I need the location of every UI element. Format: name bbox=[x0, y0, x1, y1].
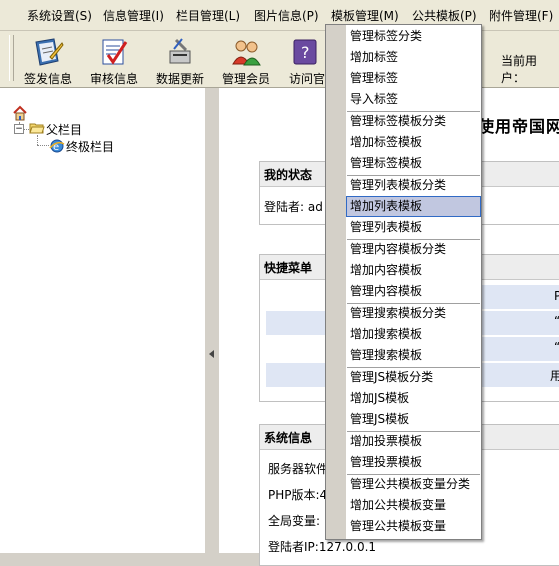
visit-official-button[interactable]: ? 访问官 bbox=[281, 33, 327, 85]
sign-info-icon bbox=[35, 38, 64, 66]
menu-item-manage-vote-templates[interactable]: 管理投票模板 bbox=[347, 452, 480, 472]
tree-line bbox=[37, 145, 49, 146]
menu-item-manage-public-vars[interactable]: 管理公共模板变量 bbox=[347, 516, 480, 536]
menu-item-manage-js-templates[interactable]: 管理JS模板 bbox=[347, 409, 480, 429]
menu-image-info[interactable]: 图片信息(P) bbox=[254, 8, 319, 24]
menu-info-management[interactable]: 信息管理(I) bbox=[103, 8, 164, 24]
shortcut-link[interactable]: “ bbox=[554, 340, 559, 354]
manage-members-button[interactable]: 管理会员 bbox=[215, 33, 277, 86]
welcome-heading: 使用帝国网 bbox=[478, 117, 559, 136]
system-info-title: 系统信息 bbox=[264, 431, 313, 445]
menu-gutter bbox=[326, 25, 346, 539]
menu-item-manage-public-var-categories[interactable]: 管理公共模板变量分类 bbox=[347, 474, 480, 494]
column-tree-panel: − 父栏目 e 终极栏目 bbox=[0, 88, 204, 553]
menu-item-manage-search-templates[interactable]: 管理搜索模板 bbox=[347, 345, 480, 365]
sign-info-label: 签发信息 bbox=[23, 72, 72, 86]
manage-members-label: 管理会员 bbox=[221, 72, 270, 86]
tree-expander[interactable]: − bbox=[14, 124, 24, 134]
login-user-text: 登陆者: ad bbox=[264, 200, 323, 214]
menu-item-import-tags[interactable]: 导入标签 bbox=[347, 89, 480, 109]
menu-item-manage-list-template-categories[interactable]: 管理列表模板分类 bbox=[347, 175, 480, 195]
menu-item-manage-search-template-categories[interactable]: 管理搜索模板分类 bbox=[347, 303, 480, 323]
shortcut-row bbox=[482, 285, 559, 309]
shortcut-row bbox=[482, 337, 559, 361]
menu-item-manage-tags[interactable]: 管理标签 bbox=[347, 68, 480, 88]
folder-open-icon bbox=[29, 123, 45, 134]
menu-attachment-management[interactable]: 附件管理(F) bbox=[489, 8, 553, 24]
data-update-button[interactable]: 数据更新 bbox=[149, 33, 211, 86]
collapse-arrow-icon[interactable] bbox=[209, 350, 214, 358]
menu-template-management[interactable]: 模板管理(M) bbox=[331, 8, 399, 24]
login-ip-text: 登陆者IP:127.0.0.1 bbox=[268, 540, 377, 554]
check-info-label: 审核信息 bbox=[89, 72, 138, 86]
tree-item-parent[interactable]: 父栏目 bbox=[46, 121, 82, 138]
global-variables-text: 全局变量: bbox=[268, 514, 321, 528]
menu-item-add-search-template[interactable]: 增加搜索模板 bbox=[347, 324, 480, 344]
current-user-label: 当前用户： bbox=[501, 54, 538, 85]
server-software-text: 服务器软件 bbox=[268, 462, 329, 476]
menu-item-manage-content-template-categories[interactable]: 管理内容模板分类 bbox=[347, 239, 480, 259]
menu-item-add-vote-template[interactable]: 增加投票模板 bbox=[347, 431, 480, 451]
my-status-title: 我的状态 bbox=[264, 168, 313, 182]
menu-item-manage-tag-templates[interactable]: 管理标签模板 bbox=[347, 153, 480, 173]
visit-official-icon: ? bbox=[293, 39, 317, 65]
menu-item-manage-list-templates[interactable]: 管理列表模板 bbox=[347, 217, 480, 237]
menu-system-settings[interactable]: 系统设置(S) bbox=[27, 8, 92, 24]
shortcut-menu-title: 快捷菜单 bbox=[264, 261, 313, 275]
menu-column-management[interactable]: 栏目管理(L) bbox=[176, 8, 240, 24]
data-update-label: 数据更新 bbox=[155, 72, 204, 86]
data-update-icon bbox=[169, 38, 191, 64]
shortcut-link[interactable]: P bbox=[554, 289, 559, 303]
menu-item-manage-js-template-categories[interactable]: 管理JS模板分类 bbox=[347, 367, 480, 387]
shortcut-link[interactable]: “ bbox=[554, 314, 559, 328]
menu-item-manage-content-templates[interactable]: 管理内容模板 bbox=[347, 281, 480, 301]
menu-item-add-public-var[interactable]: 增加公共模板变量 bbox=[347, 495, 480, 515]
visit-official-label: 访问官 bbox=[289, 72, 326, 85]
php-version-text: PHP版本:4 bbox=[268, 488, 328, 502]
svg-text:?: ? bbox=[301, 43, 310, 62]
home-icon[interactable] bbox=[12, 105, 28, 121]
tree-item-final[interactable]: 终极栏目 bbox=[66, 138, 114, 155]
ie-page-icon: e bbox=[49, 139, 65, 153]
menu-item-add-js-template[interactable]: 增加JS模板 bbox=[347, 388, 480, 408]
toolbar-grip[interactable] bbox=[9, 35, 14, 81]
members-icon bbox=[232, 40, 261, 66]
menu-item-add-content-template[interactable]: 增加内容模板 bbox=[347, 260, 480, 280]
tree-line bbox=[37, 135, 38, 145]
check-info-icon bbox=[102, 39, 128, 65]
shortcut-link[interactable]: 用 bbox=[550, 367, 559, 384]
panel-splitter[interactable] bbox=[204, 88, 220, 553]
sign-info-button[interactable]: 签发信息 bbox=[17, 33, 79, 86]
menu-item-add-list-template[interactable]: 增加列表模板 bbox=[346, 196, 481, 217]
check-info-button[interactable]: 审核信息 bbox=[83, 33, 145, 86]
menu-item-manage-tag-template-categories[interactable]: 管理标签模板分类 bbox=[347, 111, 480, 131]
menu-public-template[interactable]: 公共模板(P) bbox=[412, 8, 477, 24]
template-management-dropdown: 管理标签分类 增加标签 管理标签 导入标签 管理标签模板分类 增加标签模板 管理… bbox=[325, 24, 482, 540]
menu-item-add-tag-template[interactable]: 增加标签模板 bbox=[347, 132, 480, 152]
menu-item-manage-tag-categories[interactable]: 管理标签分类 bbox=[347, 26, 480, 46]
menu-item-add-tag[interactable]: 增加标签 bbox=[347, 47, 480, 67]
